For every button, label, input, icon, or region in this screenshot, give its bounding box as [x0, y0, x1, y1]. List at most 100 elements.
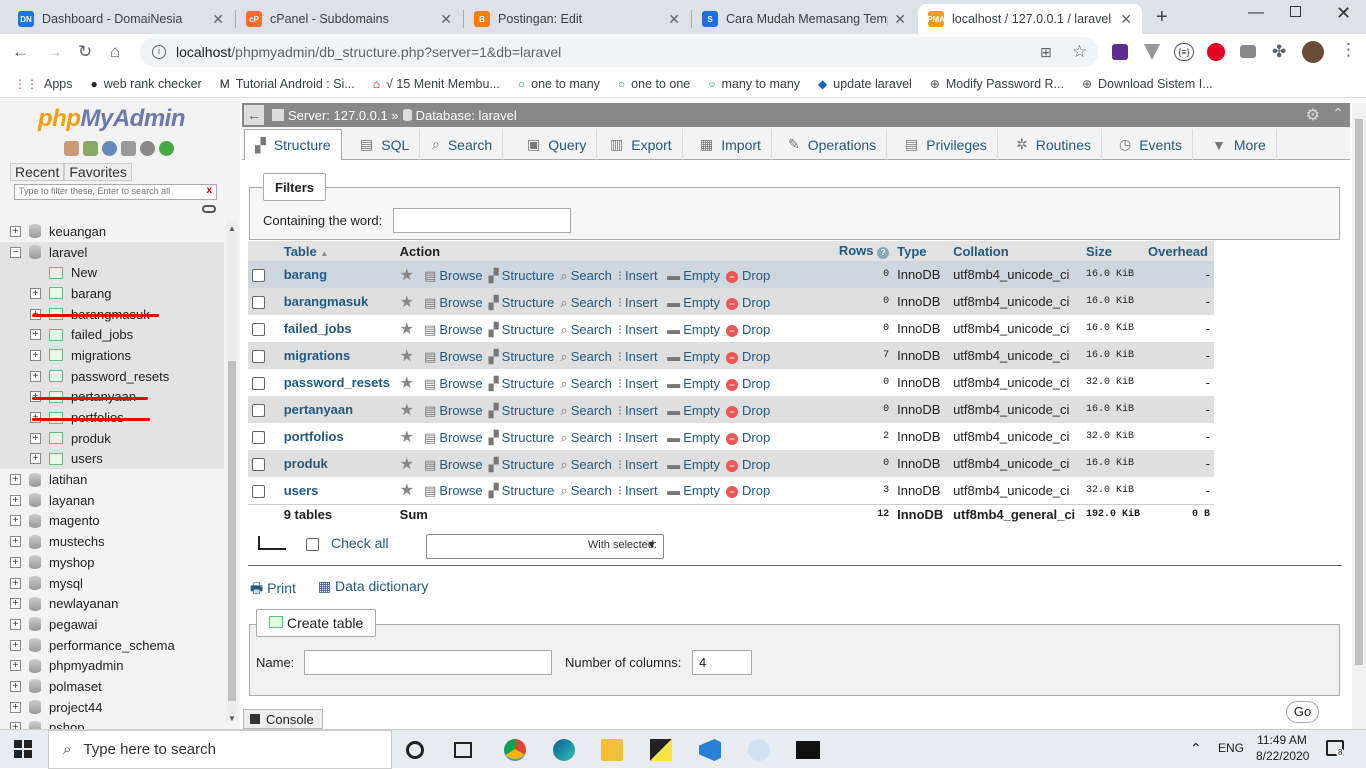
row-checkbox[interactable]	[252, 484, 265, 498]
puzzle-icon[interactable]: ✤	[1272, 42, 1286, 62]
print-link[interactable]: 🖶 Print	[250, 578, 296, 602]
expand-icon[interactable]: +	[10, 577, 21, 589]
close-tab-icon[interactable]: ✕	[668, 11, 680, 28]
table-row[interactable]: failed_jobs ★ ▤ Browse ▞ Structure ⌕ Search ⁝ Ins…	[248, 315, 1214, 342]
expand-icon[interactable]: +	[10, 515, 21, 527]
favorite-star-icon[interactable]: ★	[400, 375, 414, 392]
drop-action[interactable]: − Drop	[726, 457, 770, 472]
expand-icon[interactable]: +	[10, 474, 21, 486]
cortana-icon[interactable]	[406, 741, 424, 759]
bookmark-item[interactable]: ● web rank checker	[91, 77, 202, 91]
nav-scrollbar[interactable]	[226, 221, 238, 721]
browser-tab[interactable]: B Postingan: Edit ✕	[464, 4, 690, 34]
empty-action[interactable]: ▬ Empty	[664, 430, 720, 445]
empty-action[interactable]: ▬ Empty	[664, 268, 720, 283]
drop-action[interactable]: − Drop	[726, 403, 770, 418]
search-action[interactable]: ⌕ Search	[560, 430, 611, 445]
settings-icon[interactable]: ⚙	[1306, 105, 1320, 125]
drop-action[interactable]: − Drop	[726, 268, 770, 283]
paint-icon[interactable]	[748, 739, 770, 761]
table-item[interactable]: + produk	[0, 427, 224, 449]
docs-icon[interactable]	[121, 141, 136, 156]
expand-icon[interactable]: +	[30, 349, 41, 361]
db-item[interactable]: + newlayanan	[0, 593, 224, 614]
expand-icon[interactable]: +	[10, 639, 21, 651]
translate-icon[interactable]: ⊞	[1040, 44, 1052, 61]
size-cell[interactable]: 32.0 KiB	[1081, 369, 1144, 396]
col-table[interactable]: Table ▲	[279, 241, 396, 261]
search-action[interactable]: ⌕ Search	[560, 376, 611, 391]
back-icon[interactable]: ←	[12, 42, 29, 62]
expand-icon[interactable]: +	[10, 225, 21, 237]
favorite-star-icon[interactable]: ★	[400, 402, 414, 419]
row-checkbox[interactable]	[252, 458, 265, 472]
db-item[interactable]: − laravel	[0, 241, 224, 263]
favorite-star-icon[interactable]: ★	[400, 429, 414, 446]
close-tab-icon[interactable]: ✕	[894, 11, 906, 28]
empty-action[interactable]: ▬ Empty	[664, 322, 720, 337]
favorite-star-icon[interactable]: ★	[400, 482, 414, 499]
size-cell[interactable]: 16.0 KiB	[1081, 288, 1144, 315]
db-item[interactable]: + pegawai	[0, 614, 224, 635]
col-overhead[interactable]: Overhead	[1144, 241, 1214, 261]
minimize-button[interactable]: —	[1248, 4, 1264, 22]
db-item[interactable]: + mysql	[0, 573, 224, 594]
structure-action[interactable]: ▞ Structure	[489, 349, 555, 364]
page-scrollbar[interactable]	[1352, 103, 1366, 729]
console-toggle[interactable]: Console	[243, 709, 323, 729]
check-all-checkbox[interactable]	[306, 538, 319, 551]
browse-action[interactable]: ▤ Browse	[424, 430, 483, 445]
db-item[interactable]: + performance_schema	[0, 635, 224, 656]
expand-icon[interactable]: +	[30, 453, 41, 465]
table-row[interactable]: users ★ ▤ Browse ▞ Structure ⌕ Search ⁝ Insert ▬ E…	[248, 477, 1214, 504]
bookmark-item[interactable]: ⊕ Modify Password R...	[930, 77, 1064, 91]
search-action[interactable]: ⌕ Search	[560, 457, 611, 472]
db-item[interactable]: + magento	[0, 511, 224, 532]
clear-filter-button[interactable]: x	[206, 185, 212, 196]
table-name-link[interactable]: produk	[284, 456, 328, 471]
search-action[interactable]: ⌕ Search	[560, 483, 611, 498]
collapse-icon[interactable]: −	[10, 246, 21, 258]
table-name-link[interactable]: migrations	[284, 348, 350, 363]
close-tab-icon[interactable]: ✕	[212, 11, 224, 28]
size-cell[interactable]: 16.0 KiB	[1081, 396, 1144, 423]
favorite-star-icon[interactable]: ★	[400, 456, 414, 473]
browser-tab[interactable]: PMA localhost / 127.0.0.1 / laravel | ✕	[918, 4, 1142, 34]
close-window-button[interactable]: ✕	[1336, 3, 1351, 24]
structure-action[interactable]: ▞ Structure	[489, 430, 555, 445]
table-row[interactable]: produk ★ ▤ Browse ▞ Structure ⌕ Search ⁝ Insert ▬…	[248, 450, 1214, 477]
windows-start-icon[interactable]	[14, 740, 32, 758]
nav-scroll-up-icon[interactable]: ▲	[228, 224, 236, 233]
expand-icon[interactable]: +	[30, 287, 41, 299]
insert-action[interactable]: ⁝ Insert	[618, 349, 658, 364]
structure-action[interactable]: ▞ Structure	[489, 457, 555, 472]
table-row[interactable]: barangmasuk ★ ▤ Browse ▞ Structure ⌕ Search ⁝ Ins…	[248, 288, 1214, 315]
insert-action[interactable]: ⁝ Insert	[618, 483, 658, 498]
empty-action[interactable]: ▬ Empty	[664, 349, 720, 364]
data-dictionary-link[interactable]: ▦ Data dictionary	[318, 578, 429, 602]
nav-filter-input[interactable]: Type to filter these, Enter to search al…	[14, 184, 217, 200]
table-name-input[interactable]	[304, 650, 552, 675]
db-item[interactable]: + keuangan	[0, 221, 224, 242]
bookmark-item[interactable]: ⌂ √ 15 Menit Membu...	[373, 77, 500, 91]
table-row[interactable]: migrations ★ ▤ Browse ▞ Structure ⌕ Search ⁝ Inse…	[248, 342, 1214, 369]
edge-icon[interactable]	[553, 739, 575, 761]
table-name-link[interactable]: failed_jobs	[284, 321, 352, 336]
expand-icon[interactable]: +	[10, 598, 21, 610]
table-row[interactable]: portfolios ★ ▤ Browse ▞ Structure ⌕ Search ⁝ Inse…	[248, 423, 1214, 450]
insert-action[interactable]: ⁝ Insert	[618, 322, 658, 337]
bookmark-item[interactable]: ⋮⋮ Apps	[14, 77, 73, 91]
info-icon[interactable]: i	[152, 45, 166, 59]
drop-action[interactable]: − Drop	[726, 376, 770, 391]
bookmark-item[interactable]: ○ many to many	[708, 77, 800, 91]
bookmark-item[interactable]: ⊕ Download Sistem I...	[1082, 77, 1213, 91]
phpmyadmin-logo[interactable]: phpMyAdmin	[38, 105, 185, 133]
structure-action[interactable]: ▞ Structure	[489, 483, 555, 498]
drop-action[interactable]: − Drop	[726, 322, 770, 337]
address-bar[interactable]: i localhost/phpmyadmin/db_structure.php?…	[140, 37, 1098, 67]
structure-action[interactable]: ▞ Structure	[489, 403, 555, 418]
collapse-nav-button[interactable]: ←	[244, 105, 264, 125]
tab-import[interactable]: ▦ Import	[690, 129, 772, 160]
table-item[interactable]: + failed_jobs	[0, 324, 224, 346]
close-tab-icon[interactable]: ✕	[1120, 11, 1132, 28]
